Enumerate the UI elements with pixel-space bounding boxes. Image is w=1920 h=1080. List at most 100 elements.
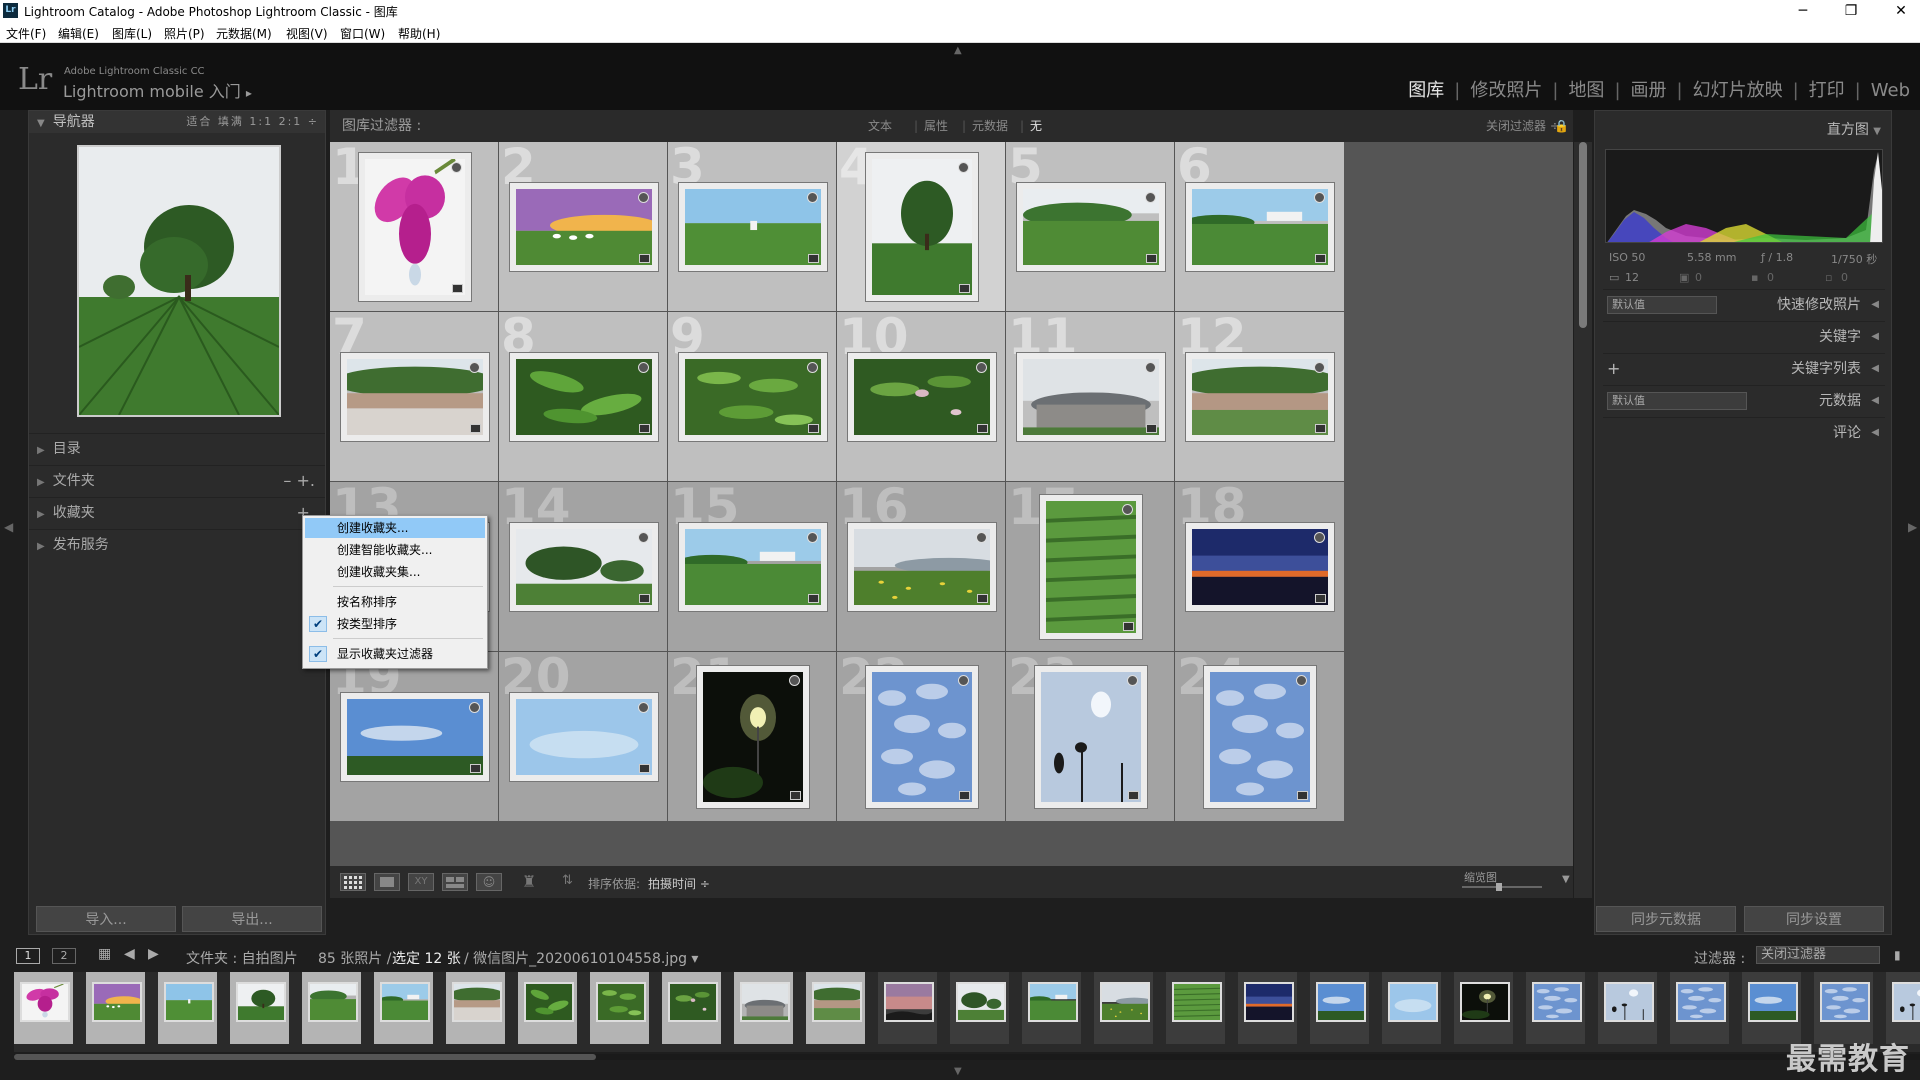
metadata-badge-icon[interactable] — [452, 284, 463, 293]
maximize-button[interactable]: ❐ — [1834, 1, 1868, 21]
metadata-badge-icon[interactable] — [808, 424, 819, 433]
module-map[interactable]: 地图 — [1568, 76, 1604, 102]
filter-none[interactable]: 无 — [1030, 110, 1042, 142]
metadata-section[interactable]: 默认值 元数据 ◀ — [1603, 385, 1885, 415]
metadata-badge-icon[interactable] — [1297, 791, 1308, 800]
quick-collection-marker-icon[interactable] — [958, 675, 969, 686]
photo-thumbnail[interactable] — [679, 353, 827, 441]
main-window-button[interactable]: 1 — [16, 948, 40, 964]
back-arrow-icon[interactable]: ◀ — [124, 946, 135, 962]
sync-settings-button[interactable]: 同步设置 — [1744, 906, 1884, 932]
grid-cell[interactable]: 16 — [837, 478, 1006, 652]
sort-direction-icon[interactable]: ⇅ — [562, 873, 573, 888]
menu-photo[interactable]: 照片(P) — [164, 25, 205, 42]
quick-collection-marker-icon[interactable] — [807, 362, 818, 373]
photo-thumbnail[interactable] — [1035, 666, 1147, 808]
photo-thumbnail[interactable] — [510, 353, 658, 441]
menu-library[interactable]: 图库(L) — [112, 25, 152, 42]
quick-collection-marker-icon[interactable] — [976, 532, 987, 543]
quick-collection-marker-icon[interactable] — [638, 702, 649, 713]
module-print[interactable]: 打印 — [1809, 76, 1845, 102]
thumbnail-size-slider[interactable] — [1462, 883, 1542, 891]
grid-cell[interactable]: 12 — [1175, 308, 1345, 482]
filmstrip-thumbnail[interactable] — [1526, 972, 1585, 1044]
module-book[interactable]: 画册 — [1631, 76, 1667, 102]
metadata-preset-dropdown[interactable]: 默认值 — [1607, 392, 1747, 410]
metadata-badge-icon[interactable] — [1315, 594, 1326, 603]
folders-section[interactable]: ▶ 文件夹 – +. — [29, 465, 325, 495]
smart-preview-icon[interactable]: ▪ — [1751, 271, 1758, 284]
quick-collection-marker-icon[interactable] — [469, 702, 480, 713]
photo-thumbnail[interactable] — [676, 523, 827, 611]
left-panel-toggle-icon[interactable]: ◀ — [4, 520, 13, 534]
menu-create-collection-set[interactable]: 创建收藏夹集... — [305, 562, 485, 582]
quick-collection-marker-icon[interactable] — [638, 532, 649, 543]
histogram-header[interactable]: 直方图 ▼ — [1827, 119, 1881, 139]
quick-collection-marker-icon[interactable] — [958, 162, 969, 173]
navigator-zoom-options[interactable]: 适合 填满 1:1 2:1 ÷ — [186, 111, 319, 133]
photo-thumbnail[interactable] — [359, 153, 471, 301]
filmstrip-thumbnail[interactable] — [1166, 972, 1225, 1044]
navigator-header[interactable]: ▼ 导航器 适合 填满 1:1 2:1 ÷ — [29, 111, 325, 133]
filter-metadata[interactable]: 元数据 — [972, 110, 1008, 142]
filmstrip-thumbnail[interactable] — [662, 972, 721, 1044]
import-button[interactable]: 导入... — [36, 906, 176, 932]
metadata-badge-icon[interactable] — [977, 424, 988, 433]
photo-thumbnail[interactable] — [1040, 495, 1142, 639]
quick-collection-marker-icon[interactable] — [1145, 192, 1156, 203]
collapse-top-icon[interactable]: ▲ — [954, 45, 962, 56]
filmstrip-thumbnail[interactable] — [374, 972, 433, 1044]
grid-cell[interactable]: 24 — [1175, 648, 1345, 822]
filmstrip-thumbnail[interactable] — [1454, 972, 1513, 1044]
filmstrip-thumbnail[interactable] — [518, 972, 577, 1044]
filmstrip-thumbnail[interactable] — [1670, 972, 1729, 1044]
grid-cell[interactable]: 9 — [668, 308, 837, 482]
crop-icon[interactable]: ▭ — [1609, 271, 1619, 284]
menu-create-collection[interactable]: 创建收藏夹... — [305, 518, 485, 538]
close-button[interactable]: ✕ — [1884, 1, 1918, 21]
grid-cell[interactable]: 4 — [837, 142, 1006, 312]
minimize-button[interactable]: ─ — [1786, 1, 1820, 21]
metadata-badge-icon[interactable] — [790, 791, 801, 800]
grid-cell[interactable]: 6 — [1175, 142, 1345, 312]
source-label[interactable]: 文件夹 : 自拍图片 — [186, 948, 298, 968]
module-library[interactable]: 图库 — [1408, 76, 1444, 102]
quick-collection-marker-icon[interactable] — [1122, 504, 1133, 515]
filmstrip-thumbnail[interactable] — [1238, 972, 1297, 1044]
navigator-preview[interactable] — [77, 145, 281, 417]
right-panel-toggle-icon[interactable]: ▶ — [1908, 520, 1917, 534]
metadata-badge-icon[interactable] — [639, 254, 650, 263]
grid-cell[interactable]: 5 — [1006, 142, 1175, 312]
quick-collection-marker-icon[interactable] — [469, 362, 480, 373]
compare-view-icon[interactable]: XY — [408, 873, 434, 891]
grid-cell[interactable]: 21 — [668, 648, 837, 822]
menu-edit[interactable]: 编辑(E) — [58, 25, 99, 42]
grid-cell[interactable]: 8 — [499, 308, 668, 482]
sync-metadata-button[interactable]: 同步元数据 — [1596, 906, 1736, 932]
metadata-badge-icon[interactable] — [639, 764, 650, 773]
folders-add-remove[interactable]: – +. — [283, 466, 315, 496]
grid-scrollbar-thumb[interactable] — [1579, 142, 1587, 328]
quick-collection-marker-icon[interactable] — [451, 162, 462, 173]
grid-cell[interactable]: 14 — [499, 478, 668, 652]
collections-section[interactable]: ▶ 收藏夹 +. — [29, 497, 325, 527]
filter-text[interactable]: 文本 — [868, 110, 892, 142]
quick-collection-marker-icon[interactable] — [807, 532, 818, 543]
loupe-view-icon[interactable] — [374, 873, 400, 891]
people-view-icon[interactable]: ☺ — [476, 873, 502, 891]
identity-plate[interactable]: Lightroom mobile 入门 ▸ — [63, 78, 252, 102]
grid-cell[interactable]: 1 — [330, 142, 499, 312]
quick-collection-marker-icon[interactable] — [1296, 675, 1307, 686]
photo-thumbnail[interactable] — [1186, 523, 1334, 611]
grid-cell[interactable]: 3 — [668, 142, 837, 312]
proxy-icon[interactable]: ▫ — [1825, 271, 1832, 284]
module-slideshow[interactable]: 幻灯片放映 — [1693, 76, 1783, 102]
filmstrip-thumbnail[interactable] — [302, 972, 361, 1044]
metadata-badge-icon[interactable] — [470, 424, 481, 433]
original-icon[interactable]: ▣ — [1679, 271, 1689, 284]
filmstrip-thumbnail[interactable] — [14, 972, 73, 1044]
menu-window[interactable]: 窗口(W) — [340, 25, 385, 42]
menu-create-smart-collection[interactable]: 创建智能收藏夹... — [305, 540, 485, 560]
quick-collection-marker-icon[interactable] — [1314, 362, 1325, 373]
photo-thumbnail[interactable] — [510, 523, 658, 611]
